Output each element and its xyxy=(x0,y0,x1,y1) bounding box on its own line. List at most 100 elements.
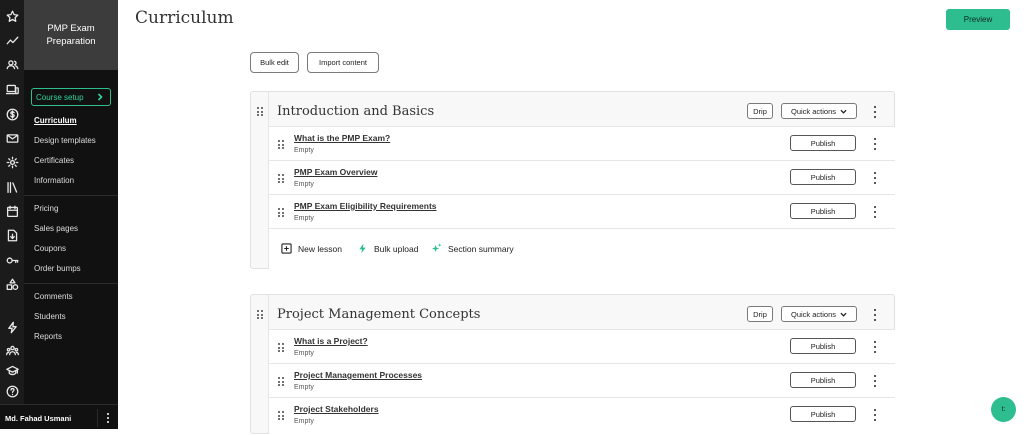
quick-actions-button[interactable]: Quick actions xyxy=(781,306,857,322)
lesson-row[interactable]: Project Stakeholders Empty Publish xyxy=(269,397,895,431)
section-menu-icon[interactable] xyxy=(871,106,879,118)
user-name[interactable]: Md. Fahad Usmani xyxy=(5,414,71,423)
lesson-title[interactable]: What is a Project? xyxy=(294,336,368,346)
sidebar-item-certificates[interactable]: Certificates xyxy=(34,156,74,166)
lesson-menu-icon[interactable] xyxy=(871,138,879,150)
bolt-icon[interactable] xyxy=(0,317,24,337)
sidebar-item-curriculum[interactable]: Curriculum xyxy=(34,116,77,126)
lesson-status: Empty xyxy=(294,384,314,391)
publish-button[interactable]: Publish xyxy=(790,338,856,354)
lesson-menu-icon[interactable] xyxy=(871,172,879,184)
chevron-down-icon xyxy=(840,109,847,114)
section-title[interactable]: Project Management Concepts xyxy=(277,307,480,322)
publish-button[interactable]: Publish xyxy=(790,372,856,388)
sidebar-item-coupons[interactable]: Coupons xyxy=(34,244,66,254)
lesson-title[interactable]: Project Management Processes xyxy=(294,370,422,380)
section-drag-handle[interactable] xyxy=(251,295,269,433)
publish-button[interactable]: Publish xyxy=(790,203,856,219)
user-menu-icon[interactable] xyxy=(103,411,113,425)
publish-button[interactable]: Publish xyxy=(790,169,856,185)
drag-grip-icon[interactable] xyxy=(278,377,284,386)
course-sidebar: PMP Exam Preparation Course setup Curric… xyxy=(24,0,118,429)
lesson-menu-icon[interactable] xyxy=(871,206,879,218)
lesson-title[interactable]: Project Stakeholders xyxy=(294,404,379,414)
sidebar-item-sales-pages[interactable]: Sales pages xyxy=(34,224,78,234)
lesson-menu-icon[interactable] xyxy=(871,375,879,387)
lesson-menu-icon[interactable] xyxy=(871,409,879,421)
bulk-upload-button[interactable]: Bulk upload xyxy=(357,243,418,254)
lesson-row[interactable]: Project Management Processes Empty Publi… xyxy=(269,363,895,397)
help-icon[interactable] xyxy=(0,381,24,401)
lesson-title[interactable]: PMP Exam Eligibility Requirements xyxy=(294,201,437,211)
user-bar: Md. Fahad Usmani xyxy=(0,404,118,429)
shapes-icon[interactable] xyxy=(0,274,24,294)
lesson-status: Empty xyxy=(294,147,314,154)
drag-grip-icon xyxy=(257,310,263,319)
lesson-menu-icon[interactable] xyxy=(871,341,879,353)
calendar-icon[interactable] xyxy=(0,201,24,221)
quick-actions-label: Quick actions xyxy=(790,309,837,319)
section-drag-handle[interactable] xyxy=(251,92,269,268)
course-title[interactable]: PMP Exam Preparation xyxy=(24,0,118,70)
drag-grip-icon[interactable] xyxy=(278,174,284,183)
lesson-row[interactable]: What is the PMP Exam? Empty Publish xyxy=(269,126,895,160)
sidebar-item-comments[interactable]: Comments xyxy=(34,292,73,302)
star-icon[interactable] xyxy=(0,6,24,26)
graduation-icon[interactable] xyxy=(0,360,24,380)
trend-icon[interactable] xyxy=(0,30,24,50)
preview-button[interactable]: Preview xyxy=(946,9,1010,30)
section-summary-button[interactable]: Section summary xyxy=(431,243,514,254)
sidebar-item-information[interactable]: Information xyxy=(34,176,74,186)
community-icon[interactable] xyxy=(0,340,24,360)
download-icon[interactable] xyxy=(0,225,24,245)
library-icon[interactable] xyxy=(0,177,24,197)
quick-actions-button[interactable]: Quick actions xyxy=(781,103,857,119)
dollar-icon[interactable] xyxy=(0,104,24,124)
curriculum-section: Introduction and Basics Drip Quick actio… xyxy=(250,91,895,269)
lesson-title[interactable]: PMP Exam Overview xyxy=(294,167,377,177)
lesson-row[interactable]: PMP Exam Overview Empty Publish xyxy=(269,160,895,194)
devices-icon[interactable] xyxy=(0,79,24,99)
sidebar-item-order-bumps[interactable]: Order bumps xyxy=(34,264,81,274)
sidebar-item-students[interactable]: Students xyxy=(34,312,66,322)
lesson-status: Empty xyxy=(294,350,314,357)
drag-grip-icon[interactable] xyxy=(278,140,284,149)
bulk-edit-button[interactable]: Bulk edit xyxy=(250,52,299,73)
lesson-list: What is a Project? Empty Publish Project… xyxy=(269,329,895,435)
bulk-upload-label: Bulk upload xyxy=(374,243,419,254)
plus-square-icon xyxy=(281,243,292,254)
new-lesson-button[interactable]: New lesson xyxy=(281,243,342,254)
drag-grip-icon[interactable] xyxy=(278,343,284,352)
drip-button[interactable]: Drip xyxy=(747,103,773,119)
key-icon[interactable] xyxy=(0,250,24,270)
section-title[interactable]: Introduction and Basics xyxy=(277,104,434,119)
sidebar-divider xyxy=(24,195,118,196)
sidebar-divider xyxy=(24,283,118,284)
mail-icon[interactable] xyxy=(0,128,24,148)
sidebar-item-reports[interactable]: Reports xyxy=(34,332,62,342)
drag-grip-icon[interactable] xyxy=(278,411,284,420)
lesson-status: Empty xyxy=(294,418,314,425)
course-setup-label: Course setup xyxy=(36,92,84,102)
publish-button[interactable]: Publish xyxy=(790,406,856,422)
publish-button[interactable]: Publish xyxy=(790,135,856,151)
course-setup-button[interactable]: Course setup xyxy=(31,88,111,106)
sidebar-item-pricing[interactable]: Pricing xyxy=(34,204,58,214)
import-content-button[interactable]: Import content xyxy=(307,52,379,73)
gear-icon[interactable] xyxy=(0,152,24,172)
new-lesson-label: New lesson xyxy=(298,243,342,254)
chat-button[interactable]: t: xyxy=(991,397,1016,422)
page-title: Curriculum xyxy=(135,8,234,28)
lesson-status: Empty xyxy=(294,215,314,222)
quick-actions-label: Quick actions xyxy=(790,106,837,116)
curriculum-section: Project Management Concepts Drip Quick a… xyxy=(250,294,895,435)
section-menu-icon[interactable] xyxy=(871,309,879,321)
drip-button[interactable]: Drip xyxy=(747,306,773,322)
lesson-row[interactable]: What is a Project? Empty Publish xyxy=(269,329,895,363)
users-icon[interactable] xyxy=(0,54,24,74)
lesson-title[interactable]: What is the PMP Exam? xyxy=(294,133,390,143)
section-footer: New lesson Bulk upload Section summary xyxy=(269,228,895,268)
lesson-row[interactable]: PMP Exam Eligibility Requirements Empty … xyxy=(269,194,895,228)
sidebar-item-design-templates[interactable]: Design templates xyxy=(34,136,96,146)
drag-grip-icon[interactable] xyxy=(278,208,284,217)
